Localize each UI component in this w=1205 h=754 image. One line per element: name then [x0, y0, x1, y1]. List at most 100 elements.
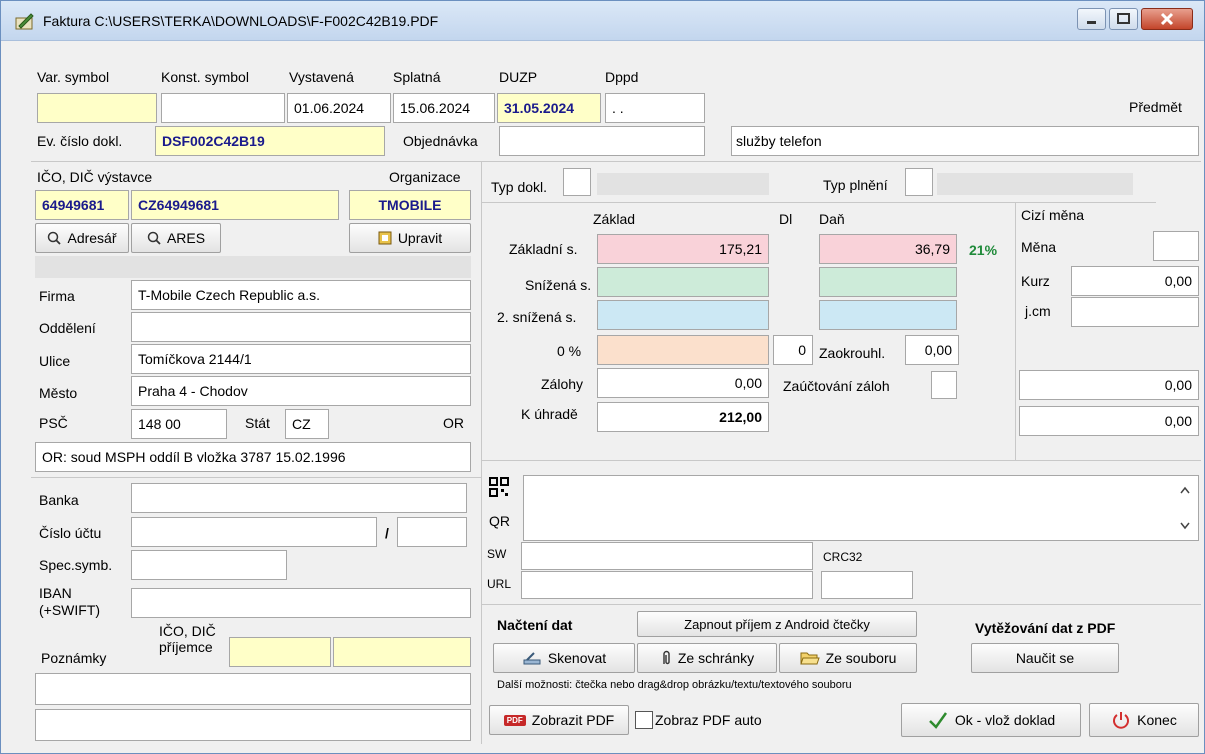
scroll-up-icon[interactable]: [1179, 485, 1191, 495]
kurz-input[interactable]: 0,00: [1071, 266, 1199, 296]
android-reader-button[interactable]: Zapnout příjem z Android čtečky: [637, 611, 917, 637]
upravit-button[interactable]: Upravit: [349, 223, 471, 253]
close-button[interactable]: [1141, 8, 1193, 30]
ze-schranky-button[interactable]: Ze schránky: [637, 643, 777, 673]
zauctovani-zaloh-input[interactable]: [931, 371, 957, 399]
iban-label: IBAN: [39, 585, 72, 601]
banka-label: Banka: [39, 492, 79, 508]
psc-input[interactable]: 148 00: [131, 409, 227, 439]
adresar-button[interactable]: Adresář: [35, 223, 129, 253]
prijemce-label: příjemce: [159, 639, 213, 655]
konec-button-label: Konec: [1137, 712, 1177, 728]
zobraz-pdf-auto-checkbox[interactable]: [635, 711, 653, 729]
scroll-down-icon[interactable]: [1179, 521, 1191, 531]
url-input[interactable]: [521, 571, 813, 599]
snizena2-zaklad-input[interactable]: [597, 300, 769, 330]
crc32-input[interactable]: [821, 571, 913, 599]
minimize-button[interactable]: [1077, 8, 1106, 30]
stat-label: Stát: [245, 415, 270, 431]
ulice-input[interactable]: Tomíčkova 2144/1: [131, 344, 471, 374]
zobrazit-pdf-button-label: Zobrazit PDF: [531, 712, 615, 728]
predmet-label: Předmět: [1129, 99, 1182, 115]
qr-textarea[interactable]: [523, 475, 1199, 541]
organizace-input[interactable]: TMOBILE: [349, 190, 471, 220]
folder-open-icon: [799, 652, 820, 665]
psc-label: PSČ: [39, 415, 68, 431]
predmet-input[interactable]: služby telefon: [731, 126, 1199, 156]
duzp-input[interactable]: 31.05.2024: [497, 93, 601, 123]
sw-input[interactable]: [521, 542, 813, 570]
splatna-input[interactable]: 15.06.2024: [393, 93, 495, 123]
pdf-icon: PDF: [503, 714, 526, 726]
vystavena-input[interactable]: 01.06.2024: [287, 93, 391, 123]
zaokrouhl-input[interactable]: 0,00: [905, 335, 959, 365]
snizena-zaklad-input[interactable]: [597, 267, 769, 297]
objednavka-input[interactable]: [499, 126, 705, 156]
cislo-uctu-input[interactable]: [131, 517, 377, 547]
dic-input[interactable]: CZ64949681: [131, 190, 339, 220]
maximize-button[interactable]: [1109, 8, 1138, 30]
mena-label: Měna: [1021, 239, 1057, 255]
splatna-label: Splatná: [393, 69, 441, 85]
mena-input[interactable]: [1153, 231, 1199, 261]
mesto-input[interactable]: Praha 4 - Chodov: [131, 376, 471, 406]
konec-button[interactable]: Konec: [1089, 703, 1199, 737]
banka-input[interactable]: [131, 483, 467, 513]
search-icon: [48, 231, 62, 245]
iban-input[interactable]: [131, 588, 471, 618]
ico-prijemce-input[interactable]: [229, 637, 331, 667]
k-uhrade-input[interactable]: 212,00: [597, 402, 769, 432]
skenovat-button[interactable]: Skenovat: [493, 643, 635, 673]
edit-card-icon: [378, 231, 392, 245]
oddeleni-input[interactable]: [131, 312, 471, 342]
type-separator: [481, 202, 1156, 203]
poznamky-line-1[interactable]: [35, 673, 471, 705]
nacteni-dat-label: Načtení dat: [497, 617, 573, 633]
snizena2-dan-input[interactable]: [819, 300, 957, 330]
nula-label: 0 %: [557, 343, 582, 359]
kod-banky-input[interactable]: [397, 517, 467, 547]
ico-input[interactable]: 64949681: [35, 190, 129, 220]
dppd-input[interactable]: . .: [605, 93, 705, 123]
paperclip-icon: [663, 650, 670, 665]
ares-button[interactable]: ARES: [131, 223, 221, 253]
naucit-se-button[interactable]: Naučit se: [971, 643, 1119, 673]
typ-plneni-input[interactable]: [905, 168, 933, 196]
ares-button-label: ARES: [166, 230, 206, 246]
zauctovani-zaloh-label: Zaúčtování záloh: [783, 378, 890, 394]
zakladni-dan-input[interactable]: 36,79: [819, 234, 957, 264]
android-reader-button-label: Zapnout příjem z Android čtečky: [684, 616, 870, 632]
ev-cislo-label: Ev. číslo dokl.: [37, 133, 123, 149]
poznamky-line-2[interactable]: [35, 709, 471, 741]
var-symbol-input[interactable]: [37, 93, 157, 123]
sw-label: SW: [487, 547, 507, 561]
duzp-label: DUZP: [499, 69, 538, 85]
zobraz-pdf-auto-label: Zobraz PDF auto: [655, 712, 762, 728]
konst-symbol-input[interactable]: [161, 93, 285, 123]
zakladni-zaklad-input[interactable]: 175,21: [597, 234, 769, 264]
jcm-input[interactable]: [1071, 297, 1199, 327]
dic-prijemce-input[interactable]: [333, 637, 471, 667]
title-bar[interactable]: Faktura C:\USERS\TERKA\DOWNLOADS\F-F002C…: [1, 1, 1204, 41]
zalohy-input[interactable]: 0,00: [597, 368, 769, 398]
ev-cislo-input[interactable]: DSF002C42B19: [155, 126, 385, 156]
zalohy-cm-input[interactable]: 0,00: [1019, 370, 1199, 400]
nula-zaklad-input[interactable]: [597, 335, 769, 365]
dalsi-moznosti-text: Další možnosti: čtečka nebo drag&drop ob…: [497, 679, 852, 691]
ok-button-label: Ok - vlož doklad: [954, 712, 1056, 728]
ze-souboru-button[interactable]: Ze souboru: [779, 643, 917, 673]
snizena-dan-input[interactable]: [819, 267, 957, 297]
konst-symbol-label: Konst. symbol: [161, 69, 249, 85]
oddeleni-label: Oddělení: [39, 320, 96, 336]
typ-dokl-input[interactable]: [563, 168, 591, 196]
nula-dl-input[interactable]: 0: [773, 335, 813, 365]
stat-input[interactable]: CZ: [285, 409, 329, 439]
spec-symb-input[interactable]: [131, 550, 287, 580]
dl-header: Dl: [779, 211, 793, 227]
k-uhrade-cm-input[interactable]: 0,00: [1019, 406, 1199, 436]
zobrazit-pdf-button[interactable]: PDF Zobrazit PDF: [489, 705, 629, 735]
ok-vloz-doklad-button[interactable]: Ok - vlož doklad: [901, 703, 1081, 737]
firma-input[interactable]: T-Mobile Czech Republic a.s.: [131, 280, 471, 310]
or-input[interactable]: OR: soud MSPH oddíl B vložka 3787 15.02.…: [35, 442, 471, 472]
ico-dic-vystavce-label: IČO, DIČ výstavce: [37, 169, 153, 185]
